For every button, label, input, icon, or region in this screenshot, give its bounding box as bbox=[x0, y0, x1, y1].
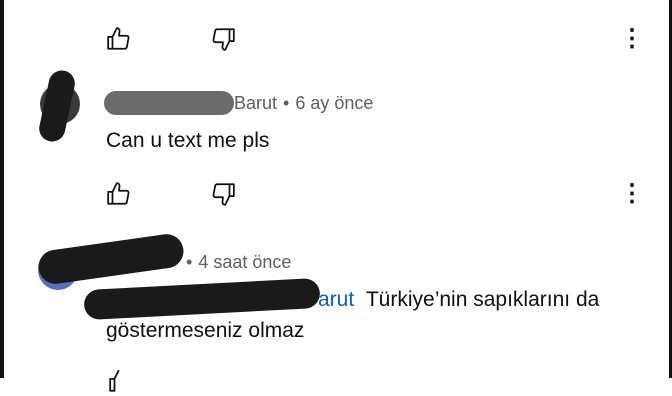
thumbs-down-icon bbox=[212, 28, 235, 51]
more-options-button[interactable]: ⋮ bbox=[620, 24, 644, 54]
comment-meta: • 4 saat önce bbox=[180, 252, 291, 273]
more-vertical-icon: ⋮ bbox=[620, 180, 644, 207]
comment-text: Can u text me pls bbox=[106, 129, 270, 152]
separator-dot: • bbox=[283, 93, 290, 113]
comment-text: Türkiye’nin sapıklarını da bbox=[365, 288, 600, 311]
author-redaction bbox=[104, 91, 234, 115]
timestamp: 4 saat önce bbox=[198, 252, 292, 272]
like-button[interactable] bbox=[104, 179, 134, 209]
thumbs-up-icon bbox=[107, 27, 130, 50]
thumbs-up-icon bbox=[109, 369, 120, 392]
author-name[interactable]: Barut bbox=[234, 93, 277, 113]
like-button[interactable] bbox=[104, 24, 134, 54]
like-button[interactable] bbox=[106, 366, 136, 396]
comment-text-line2: göstermeseniz olmaz bbox=[106, 319, 305, 342]
comment-actions-top: ⋮ bbox=[0, 24, 672, 54]
comment-actions-middle: ⋮ bbox=[0, 179, 672, 209]
thumbs-up-icon bbox=[107, 182, 130, 205]
separator-dot: • bbox=[186, 252, 193, 272]
comment-meta: Barut • 6 ay önce bbox=[234, 93, 373, 114]
more-options-button[interactable]: ⋮ bbox=[620, 179, 644, 209]
timestamp: 6 ay önce bbox=[295, 93, 374, 113]
dislike-button[interactable] bbox=[208, 24, 238, 54]
scribble-redaction bbox=[36, 232, 186, 286]
mention-link[interactable]: arut bbox=[318, 288, 354, 311]
dislike-button[interactable] bbox=[208, 179, 238, 209]
comment-text-line1: arut Türkiye’nin sapıklarını da bbox=[318, 284, 599, 316]
mention-redaction bbox=[83, 277, 321, 321]
more-vertical-icon: ⋮ bbox=[620, 25, 644, 52]
thumbs-down-icon bbox=[212, 183, 235, 206]
